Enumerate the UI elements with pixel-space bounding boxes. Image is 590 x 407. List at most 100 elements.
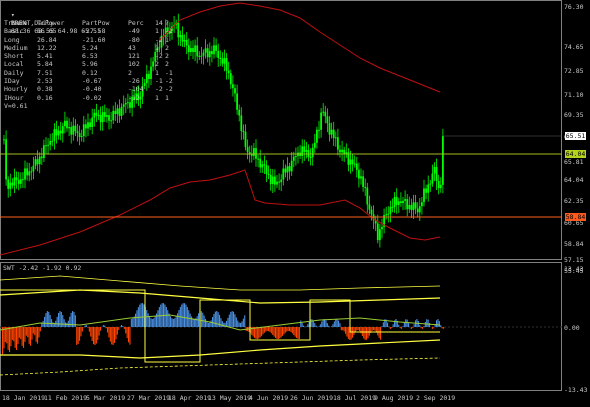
oscillator-bar — [140, 303, 142, 327]
table-cell: -2 — [155, 52, 163, 61]
table-cell: -1 — [165, 68, 173, 77]
oscillator-bar — [255, 327, 257, 339]
candle-body — [194, 45, 196, 53]
oscillator-bar — [350, 327, 352, 340]
oscillator-bar — [109, 327, 111, 342]
date-axis-label: 18 Jan 2019 — [2, 394, 46, 402]
candle-body — [421, 202, 423, 207]
table-cell: 0.38 — [37, 85, 53, 94]
candle-body — [288, 166, 291, 172]
oscillator-bar — [389, 327, 391, 329]
date-axis-label: 2 Sep 2019 — [416, 394, 456, 402]
oscillator-bar — [185, 304, 187, 327]
oscillator-bar — [291, 327, 293, 334]
candle-body — [332, 129, 335, 139]
candle-body — [400, 201, 402, 204]
table-cell: 14 — [155, 19, 163, 27]
table-cell: -80 — [128, 35, 140, 44]
oscillator-bar — [91, 327, 93, 342]
table-footer: V=0.61 — [4, 101, 28, 110]
oscillator-bar — [381, 326, 383, 327]
candle-body — [397, 201, 400, 205]
oscillator-bar — [100, 327, 102, 331]
oscillator-bar — [333, 321, 335, 327]
oscillator-bar — [339, 323, 341, 327]
oscillator-bar — [283, 327, 285, 335]
candle-body — [181, 35, 184, 42]
oscillator-title: SWT -2.42 -1.92 0.92 — [3, 264, 82, 272]
candle-body — [301, 146, 304, 156]
oscillator-bar — [9, 327, 11, 353]
oscillator-bar — [223, 322, 225, 327]
table-cell: 26.84 — [37, 35, 57, 44]
candle-body — [211, 51, 213, 55]
oscillator-bar — [318, 326, 320, 327]
oscillator-bar — [202, 312, 204, 327]
candle-body — [242, 131, 245, 133]
oscillator-bar — [238, 322, 240, 327]
oscillator-bar — [126, 327, 128, 339]
dropdown-icon[interactable]: ▾ — [11, 11, 15, 19]
candle-body — [427, 184, 430, 193]
candle-body — [28, 171, 31, 176]
table-cell: 2 — [165, 43, 169, 52]
date-axis-label: 27 Mar 2019 — [127, 394, 171, 402]
candle-body — [261, 164, 264, 168]
oscillator-bar — [429, 322, 431, 327]
oscillator-bar — [276, 327, 278, 339]
stats-table: TrName TrPower PartPow Perc 14? Basic 56.65 -27… — [4, 19, 175, 110]
candle-body — [318, 129, 320, 131]
candle-body — [385, 214, 388, 216]
oscillator-bar — [177, 313, 179, 327]
candle-body — [416, 208, 419, 213]
date-axis-label: 5 Mar 2019 — [86, 394, 126, 402]
oscillator-bar — [209, 322, 211, 327]
table-row: Medium 12.22 5.24 43 1 2 — [4, 44, 175, 52]
oscillator-band — [0, 357, 441, 376]
oscillator-bar — [147, 313, 149, 327]
candle-body — [19, 179, 22, 184]
oscillator-bar — [3, 327, 5, 349]
oscillator-bar — [196, 316, 198, 327]
candle-body — [179, 35, 182, 38]
candle-body — [368, 204, 371, 210]
oscillator-bar — [433, 327, 435, 328]
oscillator-bar — [44, 316, 46, 327]
table-cell: Basic — [4, 27, 24, 36]
candle-body — [353, 163, 356, 165]
candle-body — [410, 204, 413, 211]
oscillator-bar — [81, 327, 83, 332]
oscillator-bar — [220, 318, 222, 327]
oscillator-bar — [77, 327, 79, 344]
oscillator-bar — [59, 311, 61, 327]
candle-body — [236, 93, 238, 110]
candle-body — [59, 130, 62, 134]
oscillator-bar — [378, 327, 380, 339]
oscillator-bar — [210, 320, 212, 327]
oscillator-bar — [34, 327, 36, 336]
candle-body — [349, 159, 352, 165]
oscillator-bar — [371, 327, 373, 331]
oscillator-bar — [277, 327, 279, 339]
candle-body — [370, 209, 373, 215]
oscillator-bar — [235, 317, 237, 327]
oscillator-bar — [102, 325, 104, 327]
table-cell: -104 — [128, 85, 144, 94]
oscillator-bar — [128, 327, 130, 343]
oscillator-bar — [284, 327, 286, 333]
oscillator-bar — [289, 327, 291, 332]
oscillator-bar — [66, 322, 68, 327]
oscillator-bar — [115, 327, 117, 340]
table-cell: 5.24 — [82, 43, 98, 52]
candle-body — [7, 179, 10, 189]
oscillator-band — [0, 289, 441, 304]
candle-body — [290, 160, 293, 172]
table-cell: -2 — [155, 85, 163, 94]
oscillator-band — [0, 275, 441, 291]
table-header-row: TrName TrPower PartPow Perc 14? — [4, 19, 175, 27]
table-cell: -2 — [165, 85, 173, 94]
candle-body — [320, 112, 322, 130]
oscillator-bar — [380, 327, 382, 340]
oscillator-band — [0, 339, 441, 359]
candle-body — [402, 200, 404, 204]
